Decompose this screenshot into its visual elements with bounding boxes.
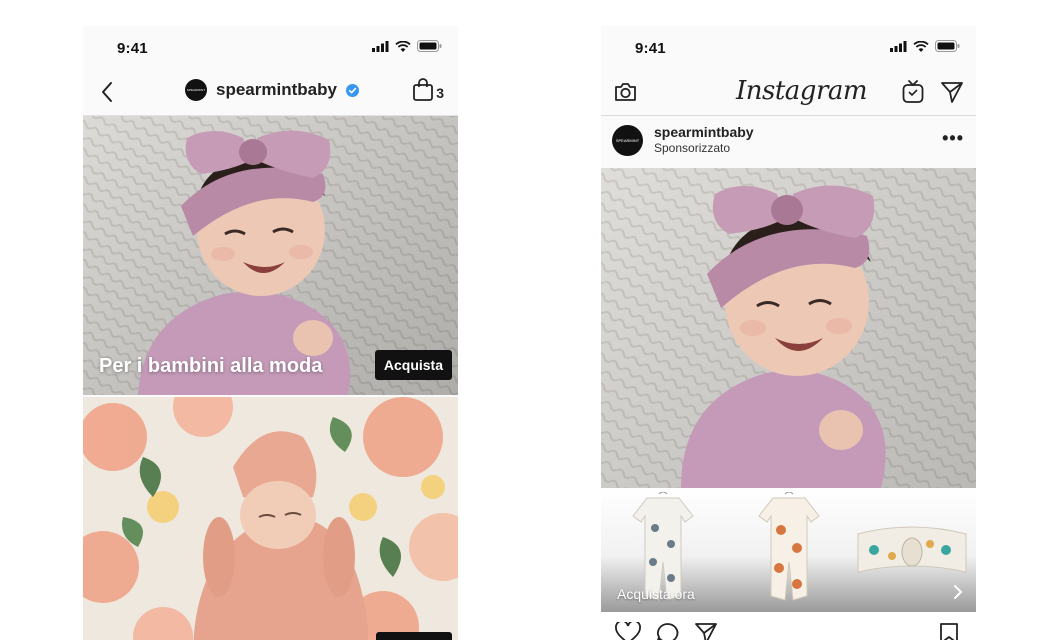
post-username[interactable]: spearmintbaby bbox=[654, 124, 754, 140]
shop-button[interactable]: Acquista bbox=[374, 350, 452, 380]
wifi-icon bbox=[395, 40, 411, 52]
product-headband[interactable] bbox=[854, 514, 970, 584]
baby-headband-photo bbox=[601, 168, 976, 488]
heart-icon[interactable] bbox=[615, 622, 641, 640]
battery-icon bbox=[935, 40, 960, 52]
bookmark-icon[interactable] bbox=[939, 622, 959, 640]
wifi-icon bbox=[913, 40, 929, 52]
chevron-right-icon[interactable] bbox=[952, 584, 964, 600]
product-carousel[interactable]: Acquista ora bbox=[601, 488, 976, 612]
app-header: Instagram bbox=[601, 70, 976, 116]
verified-icon bbox=[345, 83, 359, 97]
feed-screen: 9:41 Instagram SPEARMINT spearmintbaby S… bbox=[601, 26, 976, 640]
shop-now-link[interactable]: Acquista ora bbox=[617, 586, 695, 602]
tile-caption: Per i bambini alla moda bbox=[99, 355, 323, 377]
shop-button-2[interactable] bbox=[376, 632, 452, 640]
avatar[interactable]: SPEARMINT bbox=[612, 125, 643, 156]
avatar-logo-text: SPEARMINT bbox=[186, 88, 206, 92]
status-time: 9:41 bbox=[117, 40, 148, 57]
shop-username: spearmintbaby bbox=[216, 80, 337, 99]
direct-message-icon[interactable] bbox=[940, 80, 964, 104]
share-icon[interactable] bbox=[694, 622, 718, 640]
collection-tile-2[interactable] bbox=[83, 397, 458, 640]
signal-icon bbox=[890, 40, 907, 52]
avatar-logo-text: SPEARMINT bbox=[615, 138, 640, 143]
cart-count: 3 bbox=[436, 85, 444, 101]
sponsored-label: Sponsorizzato bbox=[654, 141, 731, 155]
status-bar: 9:41 bbox=[601, 26, 976, 70]
camera-icon[interactable] bbox=[613, 80, 638, 104]
battery-icon bbox=[417, 40, 442, 52]
product-romper-foxes[interactable] bbox=[751, 492, 827, 610]
more-options-button[interactable]: ••• bbox=[942, 128, 964, 149]
status-time: 9:41 bbox=[635, 40, 666, 57]
shop-brand[interactable]: SPEARMINT spearmintbaby bbox=[185, 79, 359, 101]
cart-button[interactable]: 3 bbox=[412, 78, 444, 102]
shop-header: SPEARMINT spearmintbaby 3 bbox=[83, 70, 458, 116]
avatar: SPEARMINT bbox=[185, 79, 207, 101]
shopping-bag-icon bbox=[413, 78, 434, 101]
signal-icon bbox=[372, 40, 389, 52]
igtv-icon[interactable] bbox=[902, 80, 924, 104]
chevron-left-icon[interactable] bbox=[97, 80, 119, 104]
sleeping-baby-photo bbox=[83, 397, 458, 640]
app-logo: Instagram bbox=[736, 76, 868, 106]
comment-icon[interactable] bbox=[655, 622, 679, 640]
post-header: SPEARMINT spearmintbaby Sponsorizzato ••… bbox=[601, 116, 976, 168]
post-image[interactable] bbox=[601, 168, 976, 488]
collection-tile-1[interactable]: Per i bambini alla moda Acquista bbox=[83, 116, 458, 395]
post-actions bbox=[601, 612, 976, 640]
shop-screen: 9:41 SPEARMINT spearmintbaby 3 Per i bam… bbox=[83, 26, 458, 640]
status-bar: 9:41 bbox=[83, 26, 458, 70]
